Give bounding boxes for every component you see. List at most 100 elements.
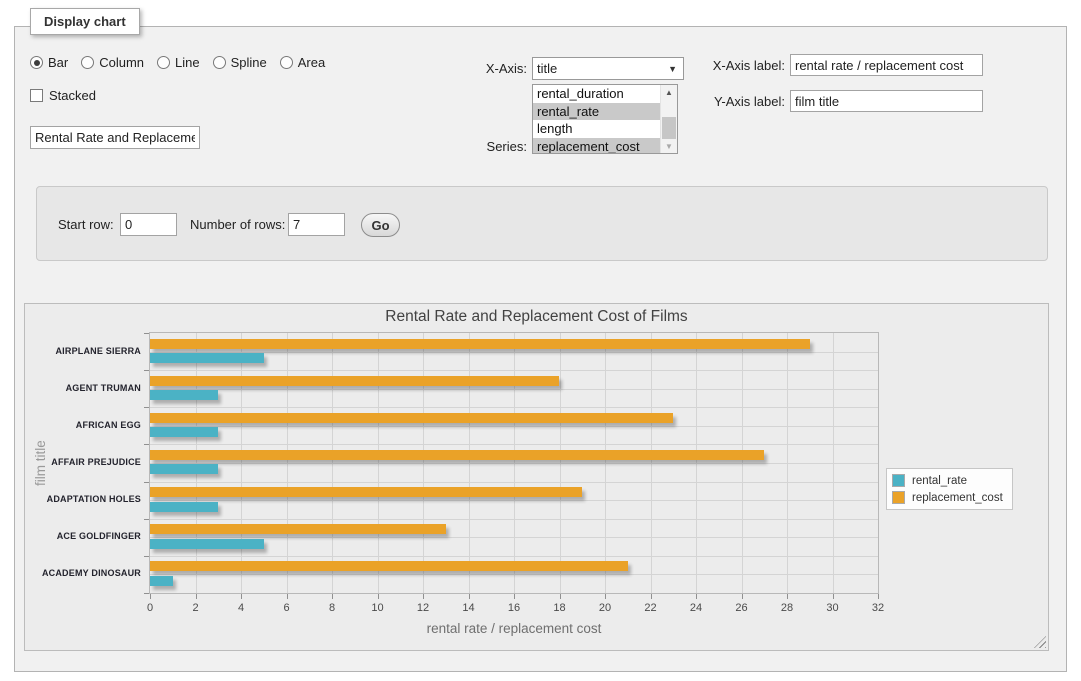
series-option-rental_duration[interactable]: rental_duration [533, 85, 677, 103]
x-tick-mark [651, 594, 652, 599]
chevron-down-icon: ▼ [668, 64, 677, 74]
chart-type-radio-area[interactable]: Area [280, 55, 325, 70]
bar-rental_rate [150, 390, 218, 400]
chart-title-input[interactable] [30, 126, 200, 149]
series-option-rental_rate[interactable]: rental_rate [533, 103, 677, 121]
y-tick-mark [144, 444, 149, 445]
x-tick-mark [196, 594, 197, 599]
category-label: ACE GOLDFINGER [25, 531, 141, 541]
series-option-length[interactable]: length [533, 120, 677, 138]
bar-rental_rate [150, 464, 218, 474]
gridline-y [150, 519, 878, 520]
y-tick-mark [144, 407, 149, 408]
radio-label: Line [175, 55, 200, 70]
bar-replacement_cost [150, 524, 446, 534]
gridline-y [150, 426, 878, 427]
page: Display chart Bar Column Line Spline Area St… [0, 0, 1081, 681]
row-range-panel [36, 186, 1048, 261]
x-tick-label: 4 [238, 602, 244, 614]
radio-icon[interactable] [280, 56, 293, 69]
chart-type-radio-line[interactable]: Line [157, 55, 200, 70]
bar-rental_rate [150, 427, 218, 437]
chart-plot-area [149, 332, 879, 594]
x-tick-label: 0 [147, 602, 153, 614]
category-label: AFFAIR PREJUDICE [25, 457, 141, 467]
gridline-y [150, 370, 878, 371]
radio-label: Area [298, 55, 325, 70]
radio-label: Spline [231, 55, 267, 70]
chart-type-radio-spline[interactable]: Spline [213, 55, 267, 70]
series-label: Series: [420, 139, 527, 154]
y-tick-mark [144, 556, 149, 557]
y-axis-label-input[interactable] [790, 90, 983, 112]
x-tick-mark [469, 594, 470, 599]
x-tick-label: 30 [826, 602, 838, 614]
bar-replacement_cost [150, 487, 582, 497]
gridline-y [150, 407, 878, 408]
legend-label: replacement_cost [912, 492, 1003, 504]
category-label: AFRICAN EGG [25, 420, 141, 430]
start-row-label: Start row: [58, 217, 118, 232]
bar-replacement_cost [150, 450, 764, 460]
x-tick-label: 28 [781, 602, 793, 614]
go-button[interactable]: Go [361, 213, 400, 237]
gridline-y [150, 463, 878, 464]
y-tick-mark [144, 593, 149, 594]
start-row-input[interactable] [120, 213, 177, 236]
radio-icon[interactable] [157, 56, 170, 69]
gridline-y [150, 444, 878, 445]
chart-title: Rental Rate and Replacement Cost of Film… [25, 308, 1048, 326]
chart-type-radio-group: Bar Column Line Spline Area [30, 55, 325, 70]
series-option-replacement_cost[interactable]: replacement_cost [533, 138, 677, 155]
y-tick-mark [144, 370, 149, 371]
x-tick-mark [878, 594, 879, 599]
stacked-checkbox-item[interactable]: Stacked [30, 88, 96, 103]
x-tick-label: 26 [735, 602, 747, 614]
x-tick-mark [287, 594, 288, 599]
x-tick-mark [696, 594, 697, 599]
x-tick-mark [150, 594, 151, 599]
x-tick-mark [378, 594, 379, 599]
x-tick-mark [423, 594, 424, 599]
x-axis-label-input[interactable] [790, 54, 983, 76]
fieldset-legend: Display chart [30, 8, 140, 35]
x-tick-label: 16 [508, 602, 520, 614]
x-tick-label: 12 [417, 602, 429, 614]
scroll-up-icon[interactable]: ▲ [661, 85, 677, 99]
radio-label: Bar [48, 55, 68, 70]
series-listbox[interactable]: rental_durationrental_ratelengthreplacem… [532, 84, 678, 154]
resize-handle-icon[interactable] [1034, 636, 1046, 648]
x-tick-mark [241, 594, 242, 599]
series-scrollbar[interactable]: ▲ ▼ [660, 85, 677, 153]
scrollbar-thumb[interactable] [662, 117, 676, 139]
x-tick-label: 2 [192, 602, 198, 614]
legend-label: rental_rate [912, 475, 967, 487]
x-tick-label: 20 [599, 602, 611, 614]
radio-icon[interactable] [213, 56, 226, 69]
x-tick-mark [605, 594, 606, 599]
category-label: AGENT TRUMAN [25, 383, 141, 393]
x-tick-label: 32 [872, 602, 884, 614]
legend-row: replacement_cost [892, 491, 1003, 504]
x-tick-mark [332, 594, 333, 599]
radio-icon[interactable] [81, 56, 94, 69]
stacked-checkbox[interactable] [30, 89, 43, 102]
legend-swatch-rental_rate [892, 474, 905, 487]
legend-swatch-replacement_cost [892, 491, 905, 504]
gridline-y [150, 574, 878, 575]
bar-replacement_cost [150, 413, 673, 423]
legend-row: rental_rate [892, 474, 1003, 487]
chart-legend: rental_rate replacement_cost [886, 468, 1013, 510]
radio-icon[interactable] [30, 56, 43, 69]
number-of-rows-input[interactable] [288, 213, 345, 236]
x-tick-mark [833, 594, 834, 599]
chart-type-radio-column[interactable]: Column [81, 55, 144, 70]
category-label: ADAPTATION HOLES [25, 494, 141, 504]
gridline-y [150, 556, 878, 557]
x-axis-select[interactable]: title ▼ [532, 57, 684, 80]
scroll-down-icon[interactable]: ▼ [661, 139, 677, 153]
y-tick-mark [144, 333, 149, 334]
chart-type-radio-bar[interactable]: Bar [30, 55, 68, 70]
x-tick-label: 6 [283, 602, 289, 614]
gridline-y [150, 389, 878, 390]
